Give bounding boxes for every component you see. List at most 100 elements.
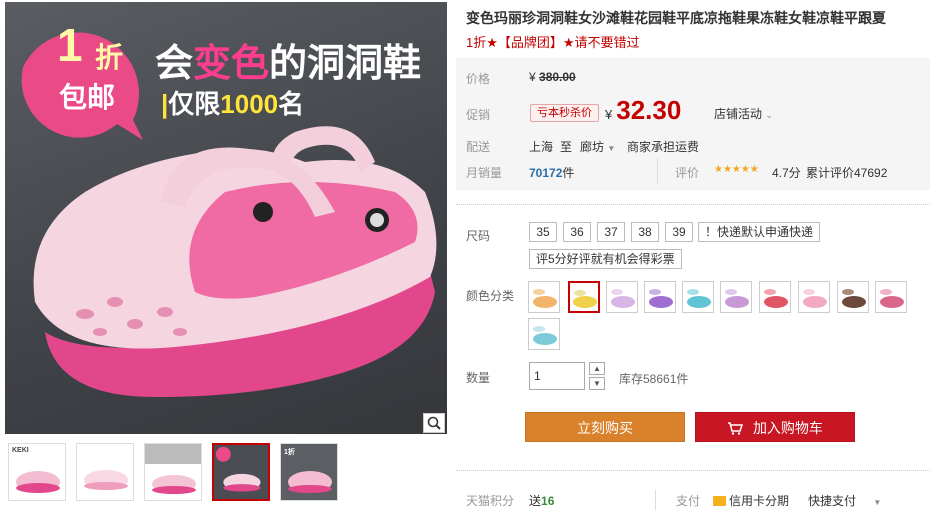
review-note-option[interactable]: 评5分好评就有机会得彩票	[529, 249, 682, 269]
size-option-39[interactable]: 39	[665, 222, 693, 242]
rating-score: 4.7分	[772, 166, 801, 180]
rating-stars-icon: ★★★★★	[714, 164, 759, 175]
buy-now-button[interactable]: 立刻购买	[525, 412, 685, 442]
headline-suffix: 的洞洞鞋	[269, 43, 422, 85]
size-option-35[interactable]: 35	[529, 222, 557, 242]
color-swatch-orange[interactable]	[528, 281, 560, 313]
main-product-image[interactable]: 1 折 包邮 会变色的洞洞鞋 |仅限1000名	[5, 2, 447, 434]
shipping-destination: 廊坊	[580, 140, 605, 154]
size-label: 尺码	[466, 229, 491, 243]
color-swatch-rose[interactable]	[875, 281, 907, 313]
color-swatch-red[interactable]	[759, 281, 791, 313]
discount-number: 1	[57, 19, 83, 71]
headline-prefix: 会	[155, 43, 194, 85]
add-to-cart-button[interactable]: 加入购物车	[695, 412, 855, 442]
subline-suffix: 名	[278, 89, 305, 119]
shipping-destination-dropdown[interactable]: 廊坊 ▼	[580, 138, 615, 155]
thumbnail-label: 1折	[284, 449, 295, 456]
shoe-thumb-icon	[764, 289, 788, 308]
subline-prefix: 仅限	[168, 89, 221, 119]
thumbnail-shoe-icon	[84, 470, 128, 490]
size-option-37[interactable]: 37	[597, 222, 625, 242]
color-swatch-cyan[interactable]	[682, 281, 714, 313]
thumbnail-3[interactable]	[144, 443, 202, 501]
sales-divider	[657, 158, 658, 184]
thumbnail-1[interactable]: KEKI	[8, 443, 66, 501]
stock-count: 库存58661件	[619, 372, 689, 386]
shoe-thumb-icon	[687, 289, 711, 308]
points-value: 16	[541, 494, 555, 508]
shoe-thumb-icon	[533, 289, 557, 308]
payment-label: 支付	[676, 494, 701, 508]
banner-headline: 会变色的洞洞鞋	[155, 32, 421, 87]
discount-unit: 折	[95, 42, 124, 73]
shoe-thumb-icon	[725, 289, 749, 308]
thumbnail-shoe-icon	[214, 445, 268, 499]
caret-down-icon: ▼	[607, 144, 616, 153]
tmall-points-label: 天猫积分	[466, 494, 515, 508]
credit-card-label: 信用卡分期	[729, 494, 790, 508]
quick-pay-label: 快捷支付	[808, 494, 857, 508]
color-swatch-yellow[interactable]	[568, 281, 600, 313]
promo-price-value: 32.30	[616, 95, 682, 125]
thumbnail-shoe-icon	[145, 444, 201, 494]
shipping-note-option[interactable]: ！快递默认申通快递	[698, 222, 821, 242]
promo-label: 促销	[466, 108, 491, 122]
shipping-from: 上海	[529, 140, 554, 154]
promo-price: ¥32.30	[605, 95, 681, 126]
shipping-label: 配送	[466, 140, 491, 154]
thumbnail-2[interactable]	[76, 443, 134, 501]
shoe-thumb-icon	[880, 289, 904, 308]
product-title: 变色玛丽珍洞洞鞋女沙滩鞋花园鞋平底凉拖鞋果冻鞋女鞋凉鞋平跟夏	[466, 10, 886, 26]
free-shipping-label: 包邮	[59, 82, 116, 113]
thumbnail-strip: KEKI 1折	[8, 443, 338, 501]
quantity-input[interactable]: 1	[529, 362, 585, 390]
credit-card-option[interactable]: 信用卡分期	[713, 492, 789, 509]
headline-highlight: 变色	[193, 43, 270, 85]
quick-pay-dropdown[interactable]: 快捷支付 ▼	[808, 492, 881, 509]
monthly-sales: 70172件	[529, 164, 574, 181]
color-swatch-blue[interactable]	[528, 318, 560, 350]
quantity-decrease-button[interactable]: ▼	[589, 377, 605, 390]
color-swatch-pink[interactable]	[798, 281, 830, 313]
monthly-sales-count: 70172	[529, 166, 563, 180]
shoe-thumb-icon	[803, 289, 827, 308]
shoe-thumb-icon	[573, 290, 597, 308]
monthly-sales-unit: 件	[562, 166, 575, 180]
store-activity-dropdown[interactable]: 店铺活动 ⌄	[714, 105, 773, 122]
color-swatch-lilac[interactable]	[720, 281, 752, 313]
size-option-36[interactable]: 36	[563, 222, 591, 242]
footer-divider	[456, 470, 930, 471]
monthly-sales-label: 月销量	[466, 166, 503, 180]
promo-tag: 亏本秒杀价	[530, 104, 599, 122]
thumbnail-4-selected[interactable]	[212, 443, 270, 501]
thumbnail-5[interactable]: 1折	[280, 443, 338, 501]
original-price: ¥ 380.00	[529, 70, 576, 84]
thumbnail-label: KEKI	[12, 447, 29, 454]
review-total-link[interactable]: 累计评价47692	[806, 164, 887, 181]
zoom-button[interactable]	[423, 413, 445, 433]
footer-separator	[655, 490, 656, 510]
store-activity-label: 店铺活动	[714, 107, 763, 121]
chevron-down-icon: ▼	[593, 379, 601, 388]
quantity-increase-button[interactable]: ▲	[589, 362, 605, 375]
size-option-38[interactable]: 38	[631, 222, 659, 242]
color-swatch-purple[interactable]	[644, 281, 676, 313]
shoe-thumb-icon	[842, 289, 866, 308]
tmall-points: 送16	[529, 492, 554, 509]
cart-icon	[727, 420, 747, 436]
currency-symbol: ¥	[529, 70, 536, 84]
shipping-fee: 商家承担运费	[627, 140, 700, 154]
color-swatch-light-purple[interactable]	[606, 281, 638, 313]
color-label: 颜色分类	[466, 289, 515, 303]
shoe-thumb-icon	[611, 289, 635, 308]
price-label: 价格	[466, 72, 491, 86]
color-swatch-brown[interactable]	[837, 281, 869, 313]
shipping-to-word: 至	[560, 140, 573, 154]
banner-subline: |仅限1000名	[161, 84, 304, 121]
chevron-down-icon: ⌄	[765, 110, 773, 120]
section-divider	[456, 204, 930, 205]
quantity-label: 数量	[466, 371, 491, 385]
subline-highlight: 1000	[220, 89, 279, 119]
add-to-cart-label: 加入购物车	[752, 420, 823, 436]
